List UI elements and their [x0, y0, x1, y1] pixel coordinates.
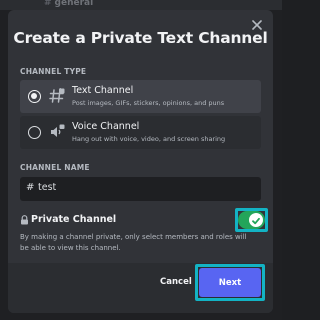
voice-channel-radio[interactable]	[28, 126, 41, 139]
next-button[interactable]: Next	[199, 268, 261, 297]
create-channel-modal: Create a Private Text Channel CHANNEL TY…	[8, 10, 273, 313]
text-channel-description: Post images, GIFs, stickers, opinions, a…	[72, 99, 225, 107]
channel-name-label: CHANNEL NAME	[20, 163, 90, 172]
background-header: # general	[0, 0, 282, 10]
text-channel-radio[interactable]	[28, 90, 41, 103]
checkmark-icon	[252, 217, 260, 225]
cancel-button[interactable]: Cancel	[160, 277, 192, 287]
voice-channel-description: Hang out with voice, video, and screen s…	[72, 135, 226, 143]
channel-name-input[interactable]: # test	[20, 177, 261, 201]
modal-title: Create a Private Text Channel	[13, 29, 268, 47]
background-channel-name: general	[54, 0, 94, 8]
private-channel-label: Private Channel	[31, 214, 117, 225]
channel-name-value: test	[38, 182, 57, 193]
private-channel-toggle[interactable]	[238, 211, 265, 229]
voice-channel-title: Voice Channel	[72, 121, 140, 132]
lock-icon	[21, 215, 28, 225]
text-channel-icon	[49, 88, 65, 103]
text-channel-title: Text Channel	[72, 85, 134, 96]
toggle-knob	[249, 213, 263, 227]
channel-name-prefix: #	[26, 182, 35, 193]
voice-channel-icon	[51, 124, 65, 137]
channel-type-label: CHANNEL TYPE	[20, 67, 87, 76]
voice-channel-option[interactable]: Voice Channel Hang out with voice, video…	[20, 116, 261, 149]
private-channel-description: By making a channel private, only select…	[20, 233, 247, 252]
background-channel: # general	[44, 0, 94, 8]
text-channel-option[interactable]: Text Channel Post images, GIFs, stickers…	[20, 80, 261, 113]
